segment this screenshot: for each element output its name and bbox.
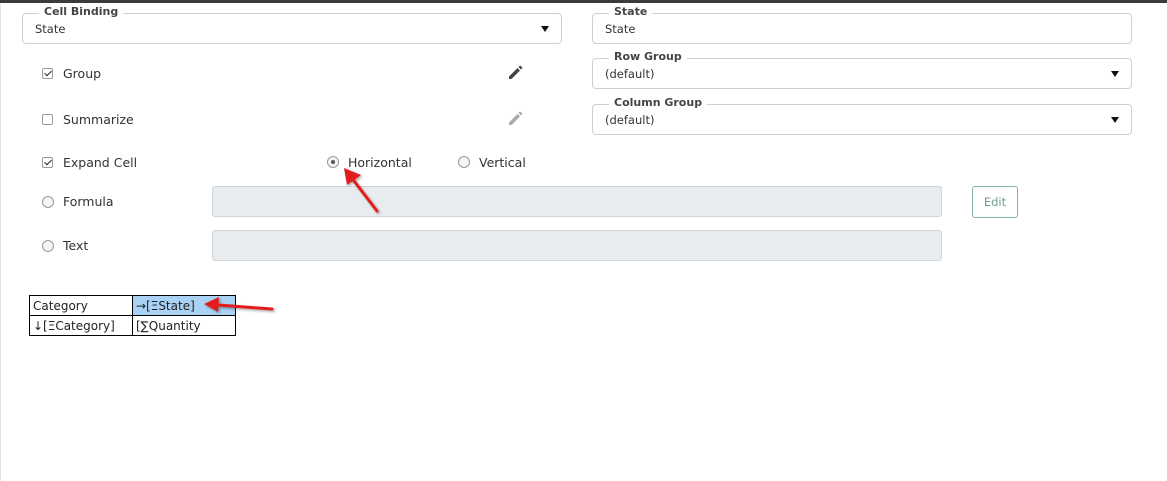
annotation-arrow	[204, 297, 274, 312]
annotation-overlay	[204, 168, 379, 312]
annotation-arrow	[344, 168, 379, 213]
